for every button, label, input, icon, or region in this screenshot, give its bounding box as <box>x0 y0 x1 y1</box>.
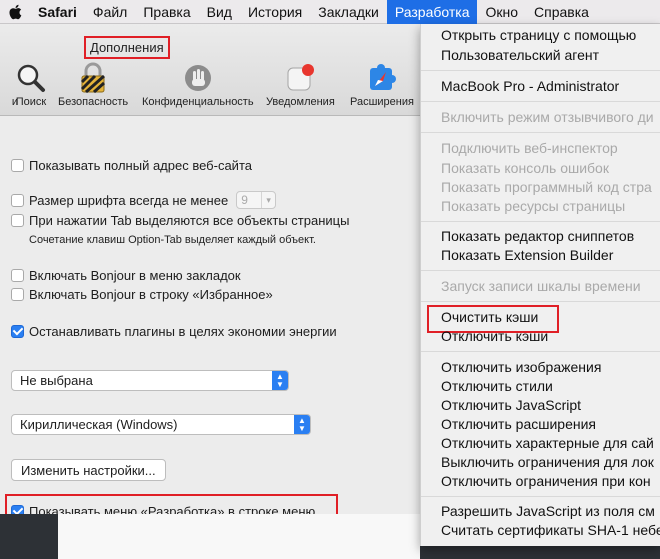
bonjour-favorites-row[interactable]: Включать Bonjour в строку «Избранное» <box>11 287 273 302</box>
menu-item-disable-extensions[interactable]: Отключить расширения <box>441 416 596 432</box>
bonjour-bookmarks-row[interactable]: Включать Bonjour в меню закладок <box>11 268 241 283</box>
tab-extensions[interactable]: Расширения <box>350 62 414 112</box>
menu-history[interactable]: История <box>240 0 310 24</box>
bonjour-favorites-checkbox[interactable] <box>11 288 24 301</box>
chevron-down-icon: ▾ <box>261 192 275 208</box>
tab-search[interactable]: Поиск <box>14 62 48 112</box>
show-full-address-row[interactable]: Показывать полный адрес веб-сайта <box>11 158 252 173</box>
hand-icon <box>181 62 215 94</box>
menu-item-disable-site-hacks[interactable]: Отключить характерные для сай <box>441 435 654 451</box>
menu-item-extension-builder[interactable]: Показать Extension Builder <box>441 247 613 263</box>
develop-menu-dropdown: Открыть страницу с помощью Пользовательс… <box>420 24 660 546</box>
apple-logo-icon[interactable] <box>0 0 30 24</box>
tab-security[interactable]: Безопасность <box>58 62 128 112</box>
font-size-checkbox[interactable] <box>11 193 24 207</box>
menu-help[interactable]: Справка <box>526 0 597 24</box>
menu-item-disable-images[interactable]: Отключить изображения <box>441 359 601 375</box>
menu-item-show-console: Показать консоль ошибок <box>441 160 609 176</box>
menu-item-connect-inspector: Подключить веб-инспектор <box>441 140 618 156</box>
window-title: Дополнения <box>84 36 170 59</box>
menu-window[interactable]: Окно <box>477 0 526 24</box>
show-full-address-checkbox[interactable] <box>11 159 24 172</box>
change-settings-button[interactable]: Изменить настройки... <box>11 459 166 481</box>
menu-develop[interactable]: Разработка <box>386 0 478 24</box>
tab-highlight-checkbox[interactable] <box>11 214 24 227</box>
menu-item-disable-local-restrictions[interactable]: Выключить ограничения для лок <box>441 454 654 470</box>
menu-item-responsive-mode: Включить режим отзывчивого ди <box>441 109 654 125</box>
menu-item-disable-cache[interactable]: Отключить кэши <box>441 328 548 344</box>
menu-view[interactable]: Вид <box>199 0 240 24</box>
stylesheet-select[interactable]: Не выбрана ▲ ▼ <box>11 370 289 391</box>
menu-item-snippet-editor[interactable]: Показать редактор сниппетов <box>441 228 634 244</box>
notification-icon <box>283 62 317 94</box>
bonjour-bookmarks-checkbox[interactable] <box>11 269 24 282</box>
menu-bar: Safari Файл Правка Вид История Закладки … <box>0 0 660 24</box>
menu-item-user-agent[interactable]: Пользовательский агент <box>441 47 599 63</box>
tab-privacy[interactable]: Конфиденциальность <box>142 62 254 112</box>
menu-item-show-resources: Показать ресурсы страницы <box>441 198 626 214</box>
menu-item-timeline: Запуск записи шкалы времени <box>441 278 641 294</box>
menu-item-sha1[interactable]: Считать сертификаты SHA-1 небе <box>441 522 660 538</box>
menu-item-allow-js-search[interactable]: Разрешить JavaScript из поля см <box>441 503 655 519</box>
select-stepper-icon: ▲ ▼ <box>294 415 310 434</box>
menu-bookmarks[interactable]: Закладки <box>310 0 387 24</box>
menu-item-show-source: Показать программный код стра <box>441 179 652 195</box>
stop-plugins-row[interactable]: Останавливать плагины в целях экономии э… <box>11 324 337 339</box>
menu-item-macbook[interactable]: MacBook Pro - Administrator <box>441 78 619 94</box>
tab-highlight-note: Сочетание клавиш Option-Tab выделяет каж… <box>29 234 316 246</box>
select-stepper-icon: ▲ ▼ <box>272 371 288 390</box>
padlock-icon <box>76 62 110 94</box>
menu-edit[interactable]: Правка <box>135 0 198 24</box>
advanced-pane: Показывать полный адрес веб-сайта Размер… <box>0 116 420 526</box>
preferences-window: Дополнения и Поиск Безопасность Конфиден… <box>0 24 420 526</box>
font-size-select[interactable]: 9 ▾ <box>236 191 277 209</box>
menu-file[interactable]: Файл <box>85 0 135 24</box>
menu-item-disable-js[interactable]: Отключить JavaScript <box>441 397 581 413</box>
magnifier-icon <box>14 62 48 94</box>
encoding-select[interactable]: Кириллическая (Windows) ▲ ▼ <box>11 414 311 435</box>
tab-notifications[interactable]: Уведомления <box>266 62 335 112</box>
stop-plugins-checkbox[interactable] <box>11 325 24 338</box>
menu-safari[interactable]: Safari <box>30 0 85 24</box>
preferences-toolbar: Дополнения и Поиск Безопасность Конфиден… <box>0 24 420 116</box>
menu-item-disable-styles[interactable]: Отключить стили <box>441 378 553 394</box>
menu-item-open-page-with[interactable]: Открыть страницу с помощью <box>441 27 636 43</box>
menu-item-disable-cross-origin[interactable]: Отключить ограничения при кон <box>441 473 651 489</box>
font-size-row[interactable]: Размер шрифта всегда не менее 9 ▾ <box>11 191 277 209</box>
puzzle-compass-icon <box>365 62 399 94</box>
tab-highlight-row[interactable]: При нажатии Tab выделяются все объекты с… <box>11 213 349 228</box>
